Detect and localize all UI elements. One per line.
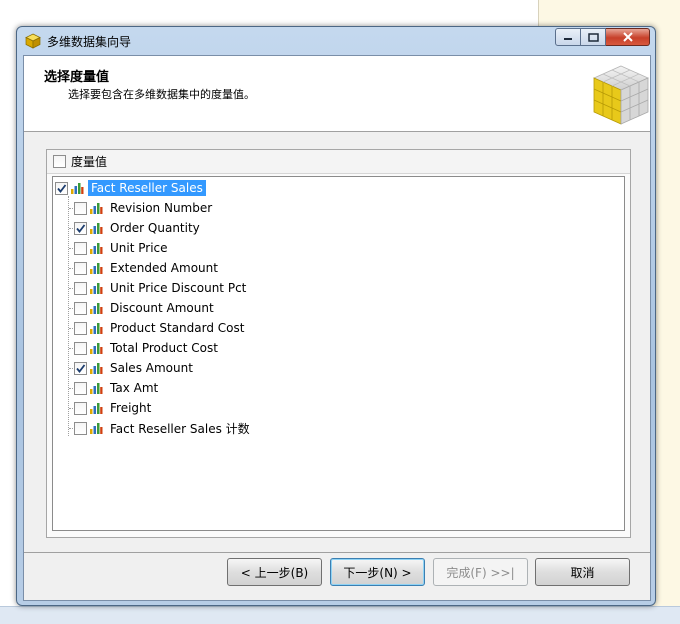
measure-row[interactable]: Product Standard Cost xyxy=(74,318,247,338)
maximize-icon xyxy=(587,32,599,42)
cube-wizard-dialog: 多维数据集向导 选择度量值 选择要包含在多维数据集中的度量值。 度量值 Fact… xyxy=(16,26,656,606)
footer-divider xyxy=(24,552,650,553)
measure-checkbox[interactable] xyxy=(74,241,87,255)
group-label: Fact Reseller Sales xyxy=(88,180,206,196)
cube-icon xyxy=(25,33,41,49)
window-controls xyxy=(555,28,650,46)
cancel-button[interactable]: 取消 xyxy=(535,558,630,586)
tree-connector xyxy=(68,196,69,436)
page-title: 选择度量值 xyxy=(44,70,110,85)
measure-checkbox[interactable] xyxy=(74,321,87,335)
measure-checkbox[interactable] xyxy=(74,341,87,355)
measure-label: Discount Amount xyxy=(110,301,214,315)
measure-checkbox[interactable] xyxy=(74,361,87,375)
measure-label: Tax Amt xyxy=(110,381,159,395)
measure-row[interactable]: Sales Amount xyxy=(74,358,196,378)
bar-chart-icon xyxy=(90,403,103,414)
measure-checkbox[interactable] xyxy=(74,201,87,215)
measure-label: Total Product Cost xyxy=(110,341,218,355)
measure-label: Extended Amount xyxy=(110,261,218,275)
bar-chart-icon xyxy=(90,343,103,354)
measure-label: Product Standard Cost xyxy=(110,321,245,335)
minimize-icon xyxy=(564,38,572,40)
maximize-button[interactable] xyxy=(581,28,606,46)
measure-checkbox[interactable] xyxy=(74,421,87,435)
background-app-area xyxy=(0,0,538,28)
measure-label: Fact Reseller Sales 计数 xyxy=(110,421,250,436)
measure-row[interactable]: Order Quantity xyxy=(74,218,203,238)
dialog-body: 选择度量值 选择要包含在多维数据集中的度量值。 度量值 Fact Reselle… xyxy=(23,55,651,601)
measure-row[interactable]: Discount Amount xyxy=(74,298,217,318)
measure-label: Order Quantity xyxy=(110,221,200,235)
measure-checkbox[interactable] xyxy=(74,281,87,295)
check-icon xyxy=(76,363,86,373)
bar-chart-icon xyxy=(90,243,103,254)
measure-label: Sales Amount xyxy=(110,361,193,375)
measure-row[interactable]: Total Product Cost xyxy=(74,338,221,358)
close-button[interactable] xyxy=(606,28,650,46)
all-measures-label: 度量值 xyxy=(71,155,108,169)
measure-label: Revision Number xyxy=(110,201,213,215)
page-subtitle: 选择要包含在多维数据集中的度量值。 xyxy=(68,88,255,101)
measure-checkbox[interactable] xyxy=(74,221,87,235)
measure-row[interactable]: Extended Amount xyxy=(74,258,221,278)
wizard-header: 选择度量值 选择要包含在多维数据集中的度量值。 xyxy=(24,56,650,132)
measure-checkbox[interactable] xyxy=(74,401,87,415)
measure-label: Unit Price Discount Pct xyxy=(110,281,247,295)
group-checkbox[interactable] xyxy=(55,181,68,195)
measure-row[interactable]: Freight xyxy=(74,398,154,418)
check-icon xyxy=(57,183,67,193)
measure-checkbox[interactable] xyxy=(74,261,87,275)
measure-row[interactable]: Unit Price Discount Pct xyxy=(74,278,249,298)
minimize-button[interactable] xyxy=(555,28,581,46)
window-title: 多维数据集向导 xyxy=(47,35,132,49)
bar-chart-icon xyxy=(90,303,103,314)
back-button[interactable]: < 上一步(B) xyxy=(227,558,322,586)
bar-chart-icon xyxy=(90,323,103,334)
title-bar[interactable]: 多维数据集向导 xyxy=(17,27,655,55)
bar-chart-icon xyxy=(90,423,103,434)
bar-chart-icon xyxy=(90,263,103,274)
bar-chart-icon xyxy=(71,183,84,194)
measure-label: Freight xyxy=(110,401,152,415)
all-measures-checkbox[interactable] xyxy=(53,155,66,168)
bar-chart-icon xyxy=(90,283,103,294)
measures-header: 度量值 xyxy=(47,150,630,174)
bar-chart-icon xyxy=(90,383,103,394)
measures-tree[interactable]: Fact Reseller Sales Revision Number Order… xyxy=(52,176,625,531)
measure-row[interactable]: Unit Price xyxy=(74,238,171,258)
bar-chart-icon xyxy=(90,203,103,214)
measure-row[interactable]: Revision Number xyxy=(74,198,215,218)
bar-chart-icon xyxy=(90,363,103,374)
close-icon xyxy=(622,32,633,42)
next-button[interactable]: 下一步(N) > xyxy=(330,558,425,586)
background-taskbar xyxy=(0,606,680,624)
measure-label: Unit Price xyxy=(110,241,168,255)
cube-wizard-icon xyxy=(592,64,650,126)
measure-checkbox[interactable] xyxy=(74,381,87,395)
measures-panel: 度量值 Fact Reseller Sales Revision Number O… xyxy=(46,149,631,538)
bar-chart-icon xyxy=(90,223,103,234)
measure-row[interactable]: Fact Reseller Sales 计数 xyxy=(74,418,253,438)
finish-button[interactable]: 完成(F) >>| xyxy=(433,558,528,586)
check-icon xyxy=(76,223,86,233)
measure-checkbox[interactable] xyxy=(74,301,87,315)
tree-group-row[interactable]: Fact Reseller Sales xyxy=(55,178,206,198)
measure-row[interactable]: Tax Amt xyxy=(74,378,161,398)
